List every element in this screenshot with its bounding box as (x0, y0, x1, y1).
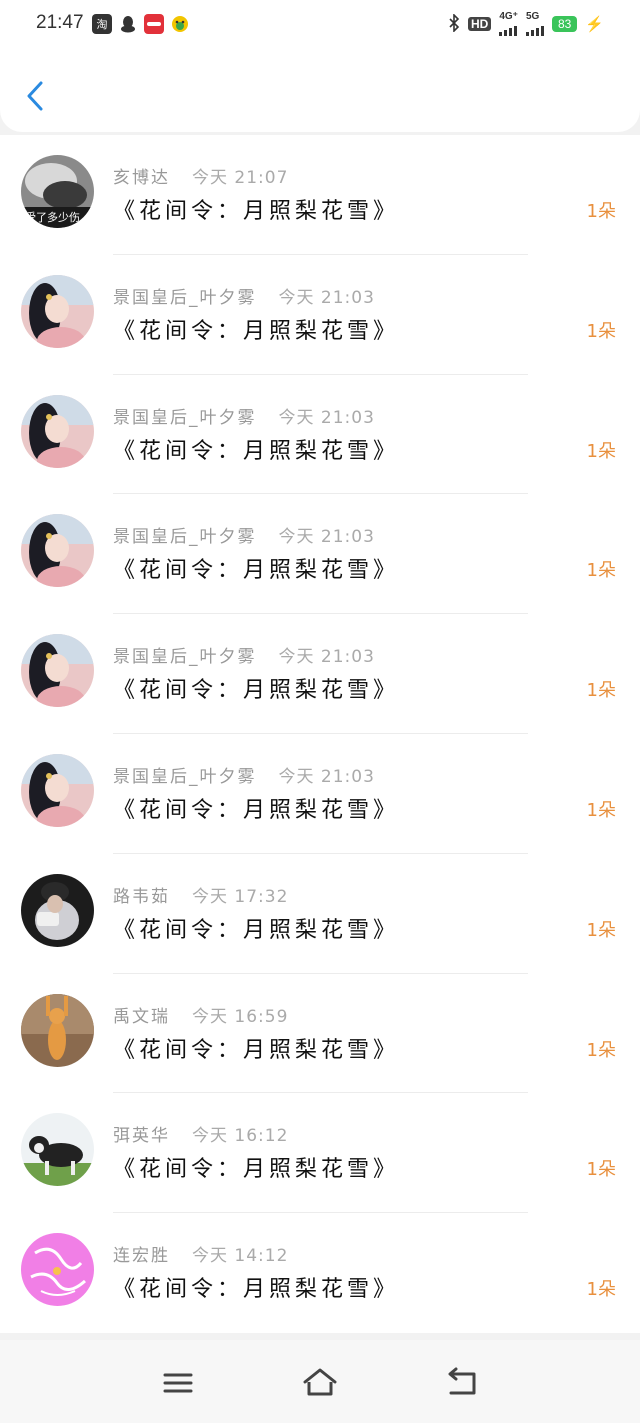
emoji-app-icon (170, 14, 190, 34)
sender-name: 景国皇后_叶夕雾 今天 21:03 (113, 407, 375, 428)
flower-count: 1朵 (586, 1159, 616, 1181)
list-item[interactable]: 景国皇后_叶夕雾 今天 21:03 《花间令：月照梨花雪》 1朵 (0, 614, 640, 734)
notification-icons: 淘 (92, 14, 190, 34)
sender-name: 路韦茹 今天 17:32 (113, 886, 289, 907)
back-button[interactable] (18, 76, 52, 116)
list-item[interactable]: 禹文瑞 今天 16:59 《花间令：月照梨花雪》 1朵 (0, 974, 640, 1094)
gift-time: 今天 21:03 (278, 287, 375, 308)
flower-count: 1朵 (586, 201, 616, 222)
avatar[interactable] (21, 394, 94, 468)
list-item[interactable]: 受了多少伤 亥博达 今天 21:07 《花间令：月照梨花雪》 1朵 (0, 135, 640, 255)
drama-title: 《花间令：月照梨花雪》 (113, 1277, 400, 1303)
sender-name: 景国皇后_叶夕雾 今天 21:03 (113, 527, 375, 548)
flower-count: 1朵 (586, 1039, 616, 1061)
qq-icon (118, 14, 138, 34)
bluetooth-icon (448, 12, 460, 35)
sender-name: 亥博达 今天 21:07 (113, 168, 289, 188)
flower-count: 1朵 (586, 919, 616, 941)
drama-title: 《花间令：月照梨花雪》 (113, 199, 400, 224)
flower-count: 1朵 (586, 1279, 616, 1301)
gift-time: 今天 16:12 (192, 1126, 289, 1147)
drama-title: 《花间令：月照梨花雪》 (113, 1157, 400, 1183)
drama-title: 《花间令：月照梨花雪》 (113, 797, 400, 823)
gift-time: 今天 16:59 (192, 1006, 289, 1027)
gift-time: 今天 21:07 (192, 168, 289, 188)
status-bar: 21:47 淘 HD 4G⁺ 5G 83 ⚡ (0, 0, 640, 50)
gift-time: 今天 21:03 (278, 647, 375, 668)
avatar[interactable] (21, 1113, 94, 1187)
chevron-left-icon (27, 81, 43, 111)
news-app-icon (144, 14, 164, 34)
gift-time: 今天 21:03 (278, 527, 375, 548)
gift-time: 今天 14:12 (192, 1246, 289, 1267)
avatar[interactable] (21, 274, 94, 348)
hd-badge: HD (467, 17, 492, 31)
avatar[interactable] (21, 1233, 94, 1307)
drama-title: 《花间令：月照梨花雪》 (113, 917, 400, 943)
list-item[interactable]: 景国皇后_叶夕雾 今天 21:03 《花间令：月照梨花雪》 1朵 (0, 494, 640, 615)
drama-title: 《花间令：月照梨花雪》 (113, 438, 400, 464)
list-item[interactable]: 景国皇后_叶夕雾 今天 21:03 《花间令：月照梨花雪》 1朵 (0, 734, 640, 854)
avatar[interactable] (21, 514, 94, 588)
list-item[interactable]: 连宏胜 今天 14:12 《花间令：月照梨花雪》 1朵 (0, 1213, 640, 1333)
drama-title: 《花间令：月照梨花雪》 (113, 1037, 400, 1063)
return-button[interactable] (442, 1366, 482, 1400)
flower-count: 1朵 (586, 680, 616, 702)
system-status-icons: HD 4G⁺ 5G 83 ⚡ (448, 12, 604, 36)
system-nav-bar (0, 1340, 640, 1423)
home-icon (303, 1368, 337, 1396)
charging-icon: ⚡ (585, 16, 604, 33)
list-item[interactable]: 路韦茹 今天 17:32 《花间令：月照梨花雪》 1朵 (0, 854, 640, 974)
avatar[interactable] (21, 753, 94, 827)
gift-time: 今天 21:03 (278, 766, 375, 787)
list-item[interactable]: 弭英华 今天 16:12 《花间令：月照梨花雪》 1朵 (0, 1093, 640, 1214)
drama-title: 《花间令：月照梨花雪》 (113, 678, 400, 704)
avatar[interactable] (21, 634, 94, 708)
gift-time: 今天 17:32 (192, 886, 289, 907)
signal-4g-icon: 4G⁺ (499, 12, 518, 36)
header-card: 21:47 淘 HD 4G⁺ 5G 83 ⚡ (0, 0, 640, 132)
flower-count: 1朵 (586, 560, 616, 582)
flower-count: 1朵 (586, 799, 616, 821)
sender-name: 景国皇后_叶夕雾 今天 21:03 (113, 766, 375, 787)
svg-text:受了多少伤: 受了多少伤 (25, 210, 80, 224)
sender-name: 连宏胜 今天 14:12 (113, 1246, 289, 1267)
menu-icon (163, 1373, 193, 1393)
drama-title: 《花间令：月照梨花雪》 (113, 558, 400, 584)
status-time: 21:47 (36, 12, 84, 33)
signal-5g-icon: 5G (525, 12, 544, 36)
avatar[interactable] (21, 993, 94, 1067)
sender-name: 弭英华 今天 16:12 (113, 1126, 289, 1147)
sender-name: 景国皇后_叶夕雾 今天 21:03 (113, 287, 375, 308)
menu-button[interactable] (158, 1366, 198, 1400)
flower-count: 1朵 (586, 440, 616, 462)
taobao-icon: 淘 (92, 14, 112, 34)
avatar[interactable]: 受了多少伤 (21, 155, 94, 228)
return-icon (448, 1367, 476, 1395)
sender-name: 景国皇后_叶夕雾 今天 21:03 (113, 647, 375, 668)
list-item[interactable]: 景国皇后_叶夕雾 今天 21:03 《花间令：月照梨花雪》 1朵 (0, 255, 640, 375)
gift-time: 今天 21:03 (278, 407, 375, 428)
avatar[interactable] (21, 873, 94, 947)
gift-list: 受了多少伤 亥博达 今天 21:07 《花间令：月照梨花雪》 1朵 景国皇后_叶夕… (0, 135, 640, 1333)
home-button[interactable] (300, 1366, 340, 1400)
sender-name: 禹文瑞 今天 16:59 (113, 1006, 289, 1027)
flower-count: 1朵 (586, 320, 616, 342)
list-item[interactable]: 景国皇后_叶夕雾 今天 21:03 《花间令：月照梨花雪》 1朵 (0, 375, 640, 495)
battery-indicator: 83 (551, 16, 578, 32)
drama-title: 《花间令：月照梨花雪》 (113, 318, 400, 344)
